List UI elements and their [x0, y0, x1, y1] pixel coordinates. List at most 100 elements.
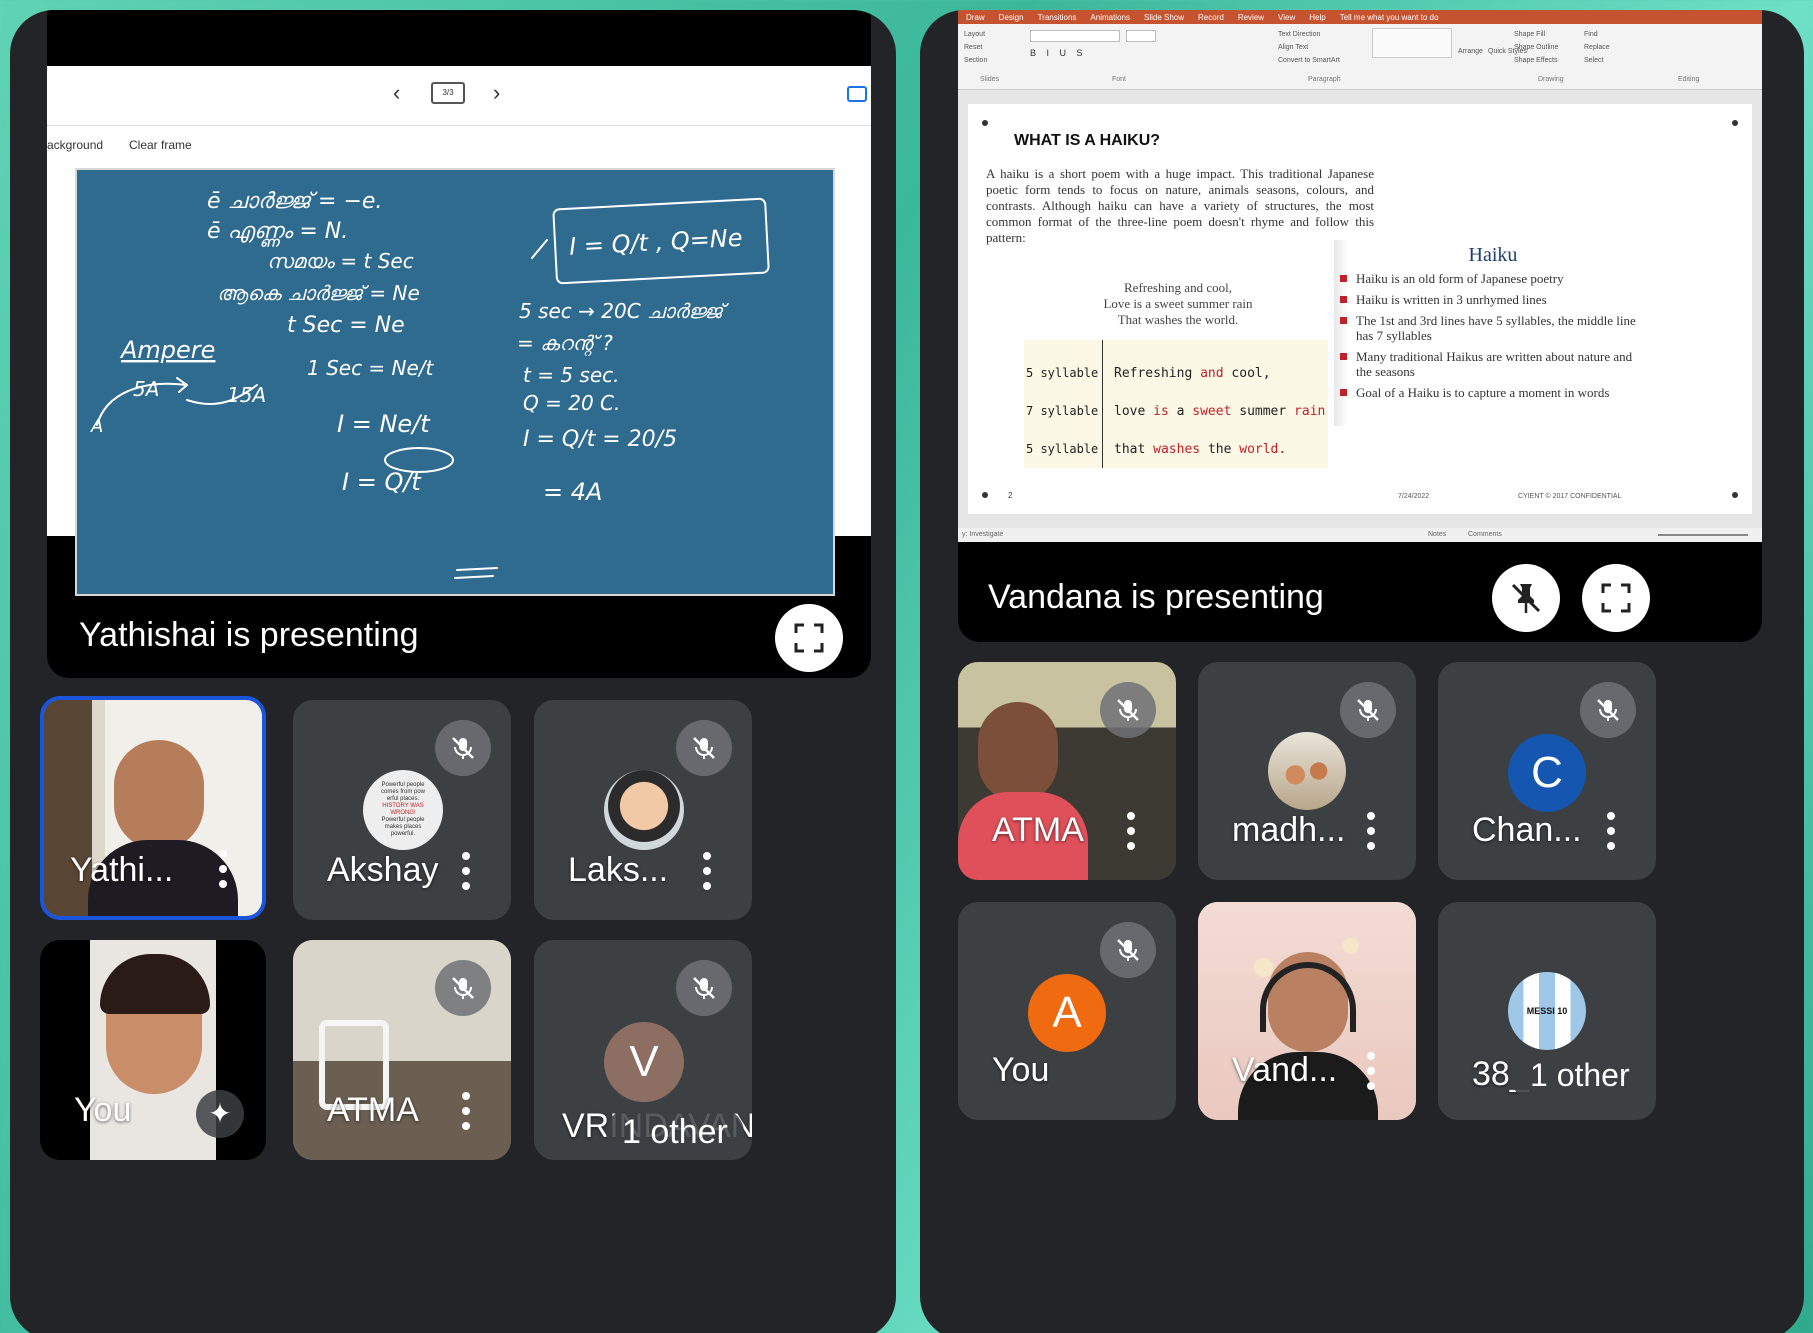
find-button[interactable]: Find	[1584, 28, 1610, 41]
bullet-square-icon	[1340, 296, 1347, 303]
syllable-word: that	[1114, 442, 1146, 457]
arrange-button[interactable]: Arrange	[1458, 48, 1483, 55]
reset-button[interactable]: Reset	[964, 41, 987, 54]
slide[interactable]: WHAT IS A HAIKU? A haiku is a short poem…	[968, 104, 1752, 514]
comments-button[interactable]: Comments	[1468, 531, 1502, 538]
presentation-panel[interactable]: ‹ 3/3 › ackground Clear frame ē ചാർജ്ജ് …	[47, 10, 871, 678]
shapes-gallery[interactable]	[1372, 28, 1452, 58]
participant-name: Akshay	[327, 851, 439, 889]
notes-button[interactable]: Notes	[1428, 531, 1446, 538]
ribbon-tab[interactable]: Transitions	[1038, 13, 1077, 22]
right-meet-screen: Draw Design Transitions Animations Slide Sho…	[920, 10, 1804, 1333]
frame-counter[interactable]: 3/3	[431, 82, 465, 104]
more-options-icon[interactable]	[702, 852, 712, 890]
participant-tile-you[interactable]: A You	[958, 902, 1176, 1120]
section-button[interactable]: Section	[964, 54, 987, 67]
board-right-4: Q = 20 C.	[523, 391, 620, 415]
participant-tile-vrindavan[interactable]: V VRINDAVAN... 1 other	[534, 940, 752, 1160]
convert-smartart-button[interactable]: Convert to SmartArt	[1278, 54, 1340, 67]
slide-footer: CYIENT © 2017 CONFIDENTIAL	[1518, 493, 1622, 500]
more-options-icon[interactable]	[1126, 812, 1136, 850]
clear-frame-button[interactable]: Clear frame	[129, 138, 192, 152]
poem-line-3: That washes the world.	[1117, 312, 1239, 327]
syllable-word: Refreshing	[1114, 366, 1193, 381]
participant-tile-38[interactable]: MESSI 10 38_ 1 other	[1438, 902, 1656, 1120]
ribbon-tab[interactable]: Help	[1309, 13, 1325, 22]
unpin-icon[interactable]	[1492, 564, 1560, 632]
participant-name: madh...	[1232, 811, 1346, 849]
effects-sparkle-icon[interactable]: ✦	[196, 1090, 244, 1138]
font-size-box[interactable]	[1126, 30, 1156, 42]
avatar-text-4: HISTORY WAS	[382, 803, 424, 809]
participant-tile-madh[interactable]: madh...	[1198, 662, 1416, 880]
participant-tile-akshay[interactable]: Powerful people comes from pow erful pla…	[293, 700, 511, 920]
board-middle-1: 1 Sec = Ne/t	[307, 356, 435, 380]
shape-fill-button[interactable]: Shape Fill	[1514, 28, 1558, 41]
more-options-icon[interactable]	[1366, 812, 1376, 850]
others-badge[interactable]: 1 other	[1510, 1051, 1650, 1100]
others-badge[interactable]: 1 other	[606, 1109, 744, 1156]
more-options-icon[interactable]	[1606, 812, 1616, 850]
participant-name: Yathi...	[70, 851, 174, 889]
participant-tile-yathi[interactable]: Yathi...	[40, 696, 266, 920]
participant-tile-atma[interactable]: ATMA	[293, 940, 511, 1160]
bullet-square-icon	[1340, 275, 1347, 282]
align-text-button[interactable]: Align Text	[1278, 41, 1340, 54]
more-options-icon[interactable]	[218, 850, 228, 888]
zoom-slider[interactable]	[1658, 534, 1748, 536]
participant-tile-chan[interactable]: C Chan...	[1438, 662, 1656, 880]
handle-dot	[1732, 120, 1738, 126]
font-format-buttons[interactable]: B I U S	[1030, 48, 1087, 58]
participant-name: Laks...	[568, 851, 669, 889]
participant-tile-laks[interactable]: Laks...	[534, 700, 752, 920]
ribbon-tab[interactable]: Animations	[1090, 13, 1130, 22]
syllable-word: and	[1192, 366, 1232, 381]
fullscreen-icon[interactable]	[775, 604, 843, 672]
bullet-square-icon	[1340, 317, 1347, 324]
participant-tile-you[interactable]: You ✦	[40, 940, 266, 1160]
fullscreen-icon[interactable]	[1582, 564, 1650, 632]
next-frame-icon[interactable]: ›	[493, 80, 500, 106]
board-line-1: ē ചാർജ്ജ് = −e.	[207, 189, 382, 214]
more-options-icon[interactable]	[461, 852, 471, 890]
participant-tile-vand[interactable]: Vand...	[1198, 902, 1416, 1120]
ribbon-tab[interactable]: Record	[1198, 13, 1224, 22]
participant-tile-atma[interactable]: ATMA	[958, 662, 1176, 880]
layout-button[interactable]: Layout	[964, 28, 987, 41]
shape-effects-button[interactable]: Shape Effects	[1514, 54, 1558, 67]
ribbon-tab[interactable]: Draw	[966, 13, 985, 22]
avatar-letter: V	[604, 1022, 684, 1102]
frame-nav-bar: ‹ 3/3 ›	[47, 66, 871, 126]
syllable-line: Refreshing and cool,	[1114, 366, 1271, 381]
avatar	[604, 770, 684, 850]
avatar-letter: C	[1508, 734, 1586, 812]
syllable-word: is	[1145, 404, 1177, 419]
replace-button[interactable]: Replace	[1584, 41, 1610, 54]
select-button[interactable]: Select	[1584, 54, 1610, 67]
more-options-icon[interactable]	[1366, 1052, 1376, 1090]
slide-title: WHAT IS A HAIKU?	[1014, 132, 1161, 149]
status-left: y: Investigate	[962, 531, 1004, 538]
text-direction-button[interactable]: Text Direction	[1278, 28, 1340, 41]
editing-group: Find Replace Select	[1584, 28, 1610, 67]
more-options-icon[interactable]	[461, 1092, 471, 1130]
ribbon-tab[interactable]: View	[1278, 13, 1295, 22]
prev-frame-icon[interactable]: ‹	[393, 80, 400, 106]
presentation-panel[interactable]: Draw Design Transitions Animations Slide Sho…	[958, 10, 1762, 642]
syllable-word: summer	[1239, 404, 1287, 419]
ribbon-body: Layout Reset Section B I U S Text Direct…	[958, 24, 1762, 76]
ribbon-tab[interactable]: Slide Show	[1144, 13, 1184, 22]
ribbon-tab[interactable]: Tell me what you want to do	[1340, 13, 1439, 22]
bullet-text: The 1st and 3rd lines have 5 syllables, …	[1356, 313, 1636, 343]
slide-intro: A haiku is a short poem with a huge impa…	[986, 166, 1374, 245]
ampere-label: Ampere	[119, 336, 215, 364]
background-button[interactable]: ackground	[47, 138, 103, 152]
font-name-box[interactable]	[1030, 30, 1120, 42]
ribbon-tab[interactable]: Design	[999, 13, 1024, 22]
present-icon[interactable]	[847, 86, 867, 102]
ribbon-tab[interactable]: Review	[1238, 13, 1264, 22]
shape-outline-button[interactable]: Shape Outline	[1514, 41, 1558, 54]
handle-dot	[982, 492, 988, 498]
board-line-5: t Sec = Ne	[287, 313, 405, 338]
mic-off-icon	[676, 720, 732, 776]
